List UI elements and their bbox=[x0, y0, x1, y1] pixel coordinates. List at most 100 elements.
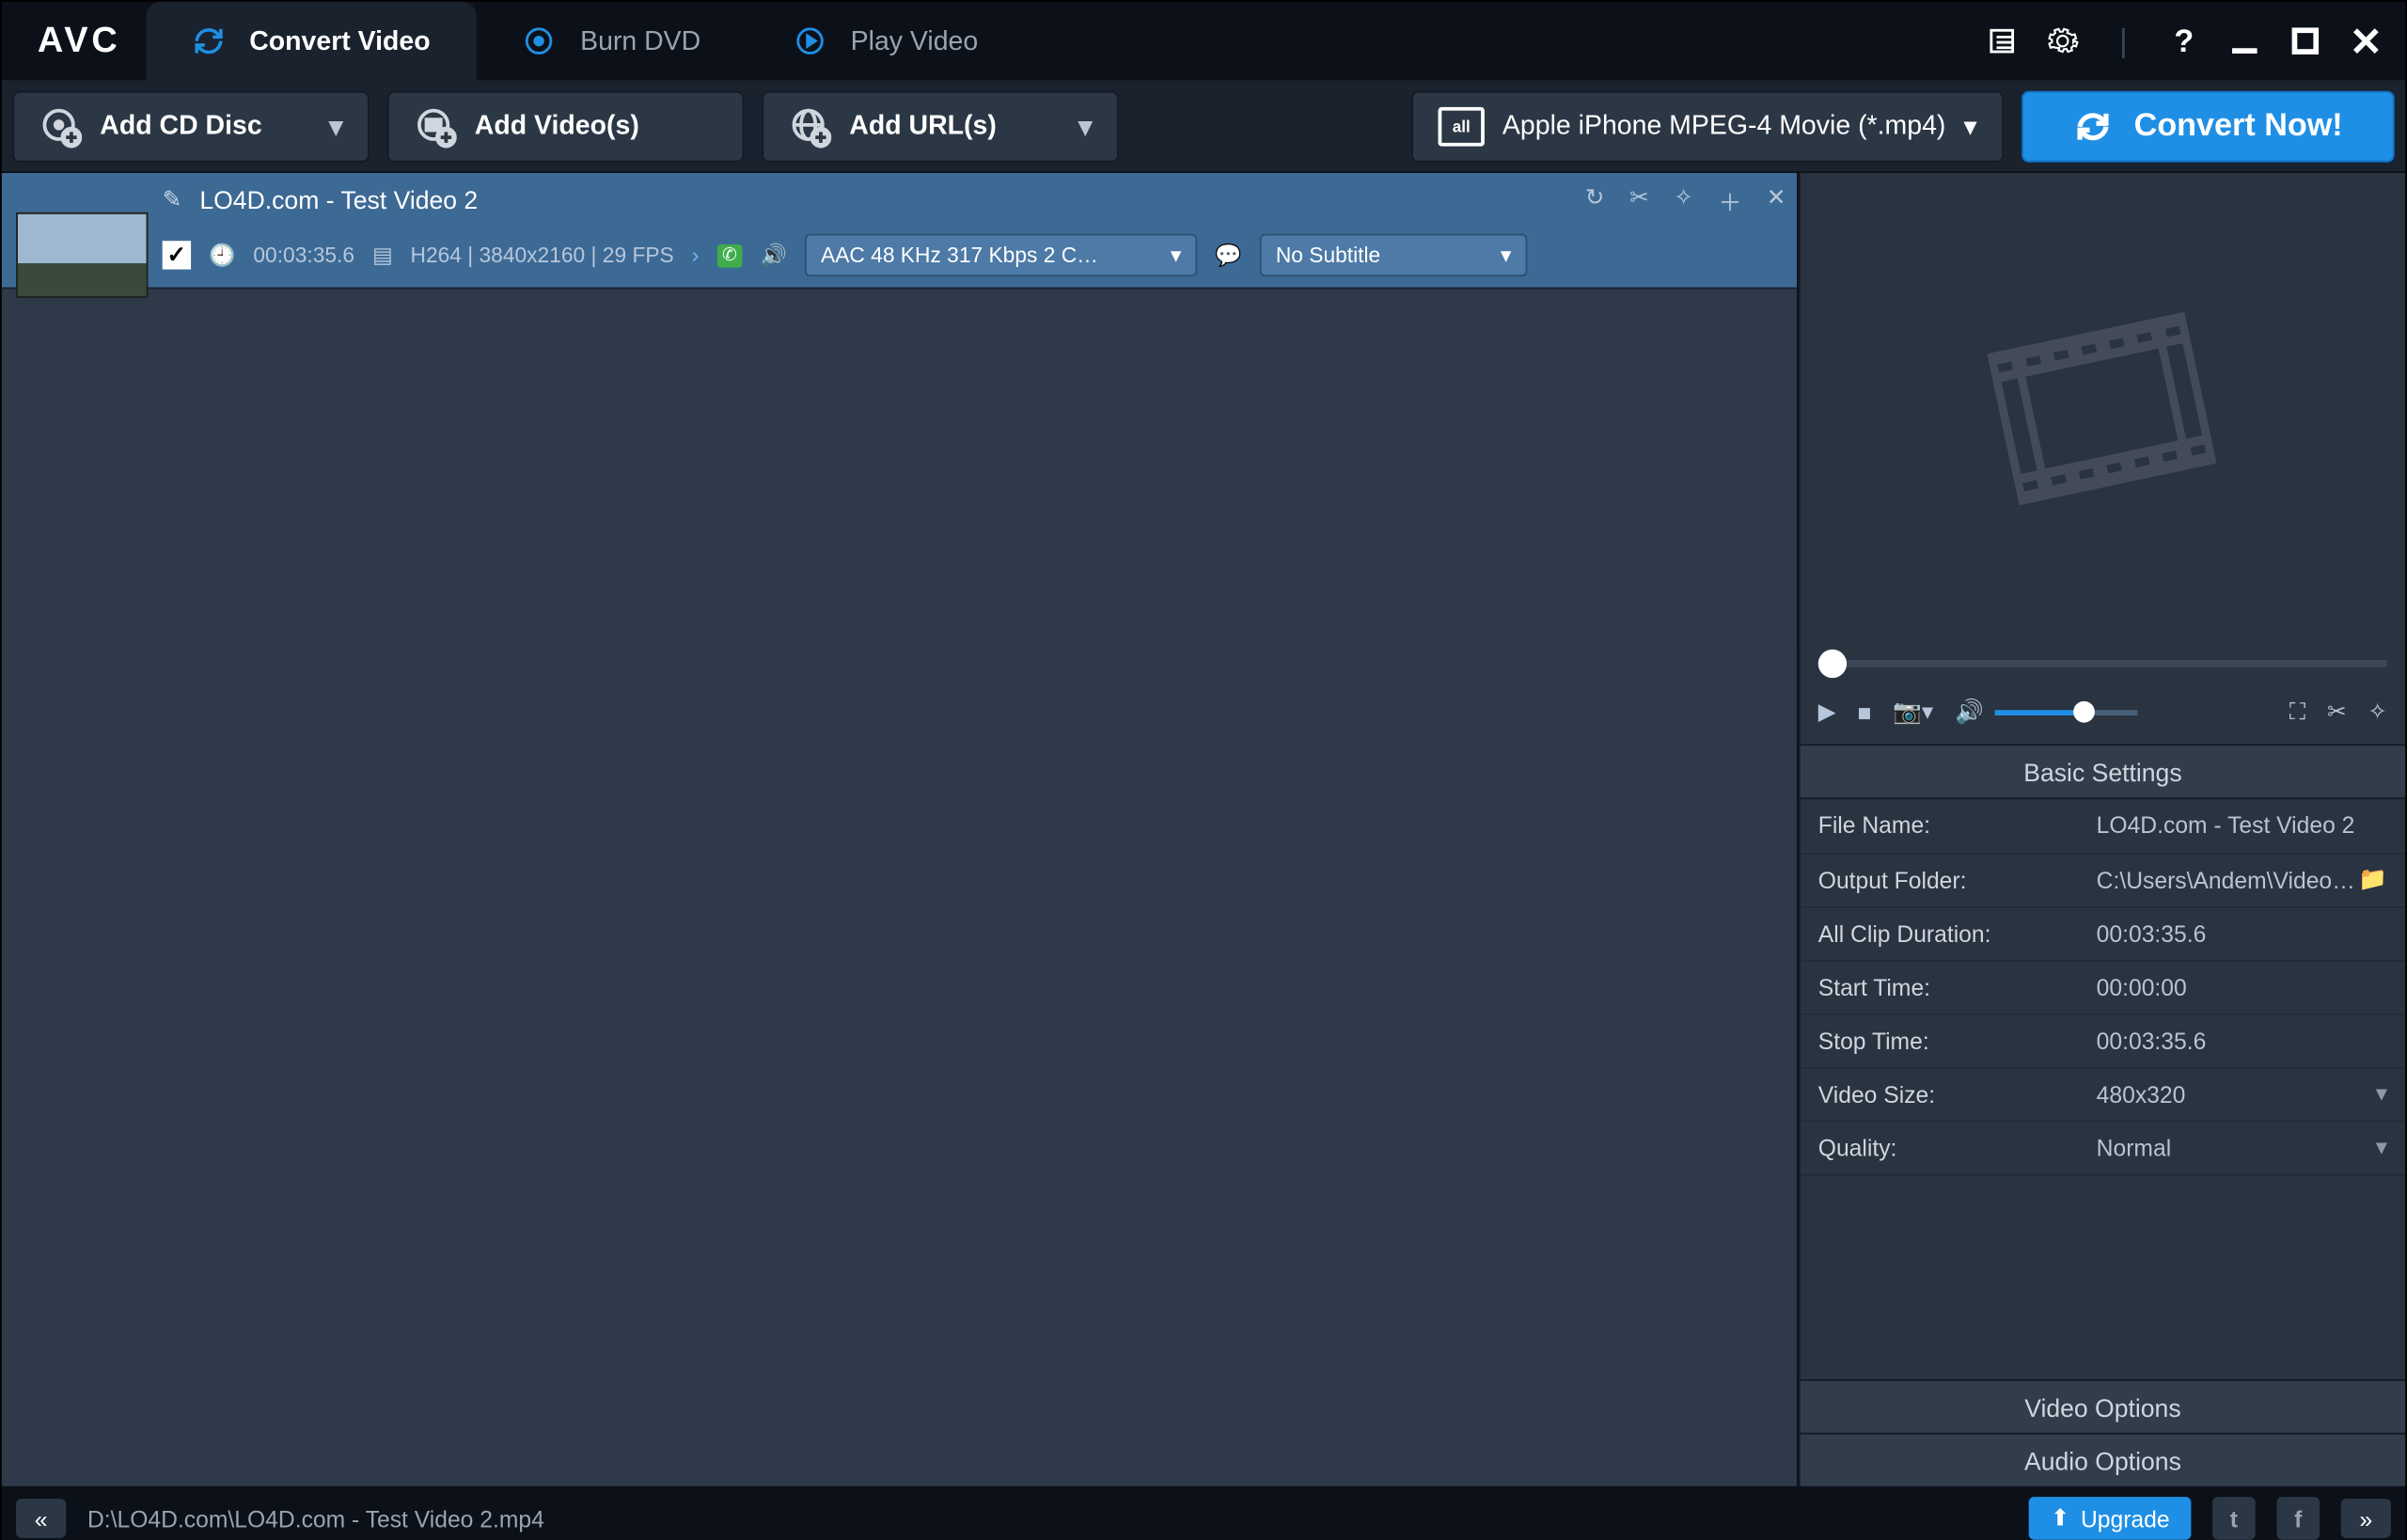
add-icon[interactable]: ＋ bbox=[1719, 183, 1742, 217]
setting-row: Video Size:480x320▾ bbox=[1801, 1067, 2405, 1121]
audio-label: AAC 48 KHz 317 Kbps 2 C… bbox=[821, 243, 1098, 268]
button-label: Add Video(s) bbox=[475, 111, 639, 141]
tab-convert-video[interactable]: Convert Video bbox=[146, 2, 477, 80]
setting-label: Stop Time: bbox=[1801, 1014, 2079, 1067]
basic-settings-panel: Basic Settings File Name:LO4D.com - Test… bbox=[1801, 744, 2405, 1174]
video-item[interactable]: ✎ LO4D.com - Test Video 2 ↻ ✂ ✧ ＋ ✕ bbox=[2, 173, 1797, 289]
video-title: LO4D.com - Test Video 2 bbox=[199, 185, 478, 213]
tab-label: Convert Video bbox=[249, 26, 430, 56]
tab-burn-dvd[interactable]: Burn DVD bbox=[477, 2, 747, 80]
close-button[interactable] bbox=[2348, 24, 2383, 59]
filmstrip-icon: 🎞 bbox=[1943, 259, 2261, 560]
collapse-left-button[interactable]: « bbox=[16, 1499, 66, 1538]
minimize-button[interactable] bbox=[2226, 24, 2262, 59]
setting-row: Start Time:00:00:00 bbox=[1801, 960, 2405, 1014]
add-videos-button[interactable]: Add Video(s) bbox=[387, 90, 745, 162]
tab-label: Play Video bbox=[851, 26, 979, 56]
quality-dropdown[interactable]: Normal▾ bbox=[2079, 1121, 2405, 1174]
crop-icon[interactable]: ✧ bbox=[1674, 183, 1693, 217]
volume-knob[interactable] bbox=[2073, 700, 2095, 722]
chevron-right-icon: › bbox=[692, 243, 700, 268]
setting-label: Video Size: bbox=[1801, 1067, 2079, 1121]
side-panel: 🎞 ▶ ■ 📷▾ 🔊 ⛶ ✂ ✧ Basic Settings bbox=[1799, 173, 2405, 1486]
chevron-down-icon: ▾ bbox=[1171, 243, 1181, 268]
reload-icon[interactable]: ↻ bbox=[1585, 183, 1605, 217]
subtitle-dropdown[interactable]: No Subtitle ▾ bbox=[1260, 234, 1528, 277]
setting-value: 00:03:35.6 bbox=[2079, 906, 2405, 960]
fullscreen-icon[interactable]: ⛶ bbox=[2289, 698, 2305, 726]
app-logo: AVC bbox=[12, 21, 146, 62]
maximize-button[interactable] bbox=[2288, 24, 2323, 59]
setting-row: File Name:LO4D.com - Test Video 2 bbox=[1801, 799, 2405, 853]
seek-bar[interactable] bbox=[1801, 648, 2405, 680]
chevron-down-icon: ▾ bbox=[2376, 1133, 2387, 1161]
gear-icon[interactable] bbox=[2045, 24, 2081, 59]
setting-label: All Clip Duration: bbox=[1801, 906, 2079, 960]
twitter-button[interactable]: t bbox=[2212, 1497, 2256, 1540]
item-checkbox[interactable]: ✓ bbox=[163, 241, 191, 269]
volume-control[interactable]: 🔊 bbox=[1955, 698, 2268, 726]
edit-icon[interactable]: ✎ bbox=[163, 185, 182, 213]
setting-value[interactable]: 00:00:00 bbox=[2079, 960, 2405, 1014]
stop-button[interactable]: ■ bbox=[1858, 699, 1872, 725]
convert-now-button[interactable]: Convert Now! bbox=[2022, 90, 2395, 162]
upgrade-button[interactable]: ⬆Upgrade bbox=[2029, 1497, 2191, 1540]
speaker-icon: 🔊 bbox=[1955, 698, 1984, 726]
list-icon[interactable] bbox=[1984, 24, 2020, 59]
cut-icon[interactable]: ✂ bbox=[2327, 698, 2347, 726]
folder-icon[interactable]: 📁 bbox=[2358, 865, 2387, 893]
clock-icon: 🕘 bbox=[209, 243, 235, 268]
main-body: ✎ LO4D.com - Test Video 2 ↻ ✂ ✧ ＋ ✕ bbox=[2, 173, 2405, 1486]
video-size-dropdown[interactable]: 480x320▾ bbox=[2079, 1067, 2405, 1121]
seek-knob[interactable] bbox=[1818, 650, 1847, 678]
remove-icon[interactable]: ✕ bbox=[1767, 183, 1786, 217]
expand-right-button[interactable]: » bbox=[2341, 1499, 2391, 1538]
video-list: ✎ LO4D.com - Test Video 2 ↻ ✂ ✧ ＋ ✕ bbox=[2, 173, 1799, 1486]
disc-icon bbox=[523, 25, 555, 57]
disc-plus-icon bbox=[39, 104, 83, 148]
crop-icon[interactable]: ✧ bbox=[2368, 698, 2387, 726]
profile-icon: all bbox=[1439, 106, 1485, 146]
video-spec-label: H264 | 3840x2160 | 29 FPS bbox=[411, 243, 674, 268]
status-bar: « D:\LO4D.com\LO4D.com - Test Video 2.mp… bbox=[2, 1486, 2405, 1540]
audio-options-button[interactable]: Audio Options bbox=[1801, 1433, 2405, 1486]
output-folder-value[interactable]: C:\Users\Andem\Video…📁 bbox=[2079, 853, 2405, 906]
film-icon: ▤ bbox=[372, 243, 393, 268]
divider: | bbox=[2105, 24, 2141, 59]
setting-label: Start Time: bbox=[1801, 960, 2079, 1014]
chevron-down-icon: ▾ bbox=[1078, 110, 1092, 142]
setting-value[interactable]: LO4D.com - Test Video 2 bbox=[2079, 799, 2405, 853]
snapshot-button[interactable]: 📷▾ bbox=[1893, 698, 1933, 726]
add-cd-disc-button[interactable]: Add CD Disc ▾ bbox=[12, 90, 370, 162]
profile-label: Apple iPhone MPEG-4 Movie (*.mp4) bbox=[1502, 111, 1945, 141]
play-circle-icon bbox=[794, 25, 826, 57]
video-options-button[interactable]: Video Options bbox=[1801, 1379, 2405, 1433]
cut-icon[interactable]: ✂ bbox=[1629, 183, 1649, 217]
button-label: Add URL(s) bbox=[849, 111, 997, 141]
setting-row: Output Folder:C:\Users\Andem\Video…📁 bbox=[1801, 853, 2405, 906]
main-tabs: Convert Video Burn DVD Play Video bbox=[146, 2, 1024, 80]
subtitle-label: No Subtitle bbox=[1276, 243, 1380, 268]
setting-row: Quality:Normal▾ bbox=[1801, 1121, 2405, 1174]
setting-value[interactable]: 00:03:35.6 bbox=[2079, 1014, 2405, 1067]
film-plus-icon bbox=[414, 104, 457, 148]
globe-plus-icon bbox=[789, 104, 832, 148]
tab-play-video[interactable]: Play Video bbox=[747, 2, 1025, 80]
facebook-button[interactable]: f bbox=[2276, 1497, 2320, 1540]
up-arrow-icon: ⬆ bbox=[2051, 1504, 2070, 1532]
audio-dropdown[interactable]: AAC 48 KHz 317 Kbps 2 C… ▾ bbox=[805, 234, 1197, 277]
play-button[interactable]: ▶ bbox=[1818, 698, 1836, 726]
button-label: Convert Now! bbox=[2134, 107, 2343, 145]
preview-area: 🎞 bbox=[1801, 173, 2405, 648]
toolbar: Add CD Disc ▾ Add Video(s) Add URL(s) ▾ … bbox=[2, 80, 2405, 173]
duration-label: 00:03:35.6 bbox=[253, 243, 354, 268]
panel-header: Basic Settings bbox=[1801, 746, 2405, 799]
setting-label: Output Folder: bbox=[1801, 853, 2079, 906]
add-urls-button[interactable]: Add URL(s) ▾ bbox=[762, 90, 1119, 162]
player-controls: ▶ ■ 📷▾ 🔊 ⛶ ✂ ✧ bbox=[1801, 680, 2405, 744]
app-window: AVC Convert Video Burn DVD Play Video bbox=[0, 0, 2407, 1540]
output-profile-dropdown[interactable]: all Apple iPhone MPEG-4 Movie (*.mp4) ▾ bbox=[1411, 90, 2004, 162]
setting-label: Quality: bbox=[1801, 1121, 2079, 1174]
help-button[interactable]: ? bbox=[2166, 24, 2202, 59]
chevron-down-icon: ▾ bbox=[329, 110, 342, 142]
